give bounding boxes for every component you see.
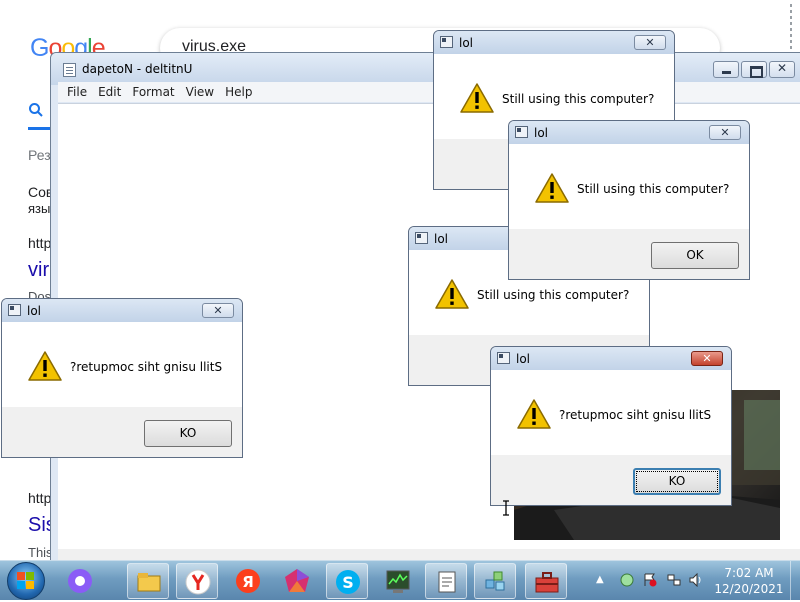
warning-icon — [517, 399, 551, 432]
active-tab-indicator — [28, 127, 50, 130]
dialog-close-button[interactable]: ✕ — [634, 35, 666, 50]
dialog-message: ?retupmoc siht gnisu llitS — [70, 360, 223, 374]
menu-view[interactable]: View — [183, 82, 222, 102]
dialog-message: Still using this computer? — [502, 92, 655, 106]
dialog-message: Still using this computer? — [577, 182, 730, 196]
lol-dialog[interactable]: lol ✕ Still using this computer? OK — [508, 120, 750, 280]
dialog-body: ?retupmoc siht gnisu llitS — [491, 370, 731, 455]
menu-edit[interactable]: Edit — [95, 82, 129, 102]
tray-expand-icon[interactable]: ▲ — [596, 574, 604, 585]
clock-time: 7:02 AM — [724, 566, 774, 580]
dialog-titlebar[interactable]: lol ✕ — [509, 121, 749, 144]
result-url[interactable]: http — [28, 235, 51, 251]
ko-button[interactable]: KO — [144, 420, 232, 447]
warning-icon — [535, 173, 569, 206]
warning-icon — [435, 279, 469, 312]
dialog-titlebar[interactable]: lol ✕ — [491, 347, 731, 370]
dialog-close-button[interactable]: ✕ — [691, 351, 723, 366]
network-icon[interactable] — [667, 573, 681, 587]
svg-text:Я: Я — [242, 573, 254, 591]
notepad-menubar: File Edit Format View Help — [58, 82, 800, 102]
app-icon — [497, 352, 510, 364]
close-button[interactable] — [769, 61, 795, 78]
dialog-title: lol — [459, 36, 474, 50]
app-icon — [8, 304, 21, 316]
dialog-close-button[interactable]: ✕ — [202, 303, 234, 318]
svg-text:S: S — [342, 573, 354, 592]
ok-button[interactable]: OK — [651, 242, 739, 269]
dialog-title: lol — [534, 126, 549, 140]
dialog-message: ?retupmoc siht gnisu llitS — [559, 408, 712, 422]
result-description: This — [28, 545, 53, 560]
file-explorer-icon[interactable] — [127, 563, 169, 599]
minimize-button[interactable] — [713, 61, 739, 78]
app-icon — [440, 36, 453, 48]
dialog-body: ?retupmoc siht gnisu llitS — [2, 322, 242, 407]
search-icon[interactable] — [28, 102, 44, 121]
lol-dialog[interactable]: lol ✕ ?retupmoc siht gnisu llitS KO — [1, 298, 243, 458]
dialog-body: Still using this computer? — [509, 144, 749, 229]
start-button[interactable] — [7, 562, 45, 600]
taskbar: Я S ▲ 7:02 AM 12/20/2021 — [0, 560, 800, 601]
task-manager-icon[interactable] — [377, 563, 419, 599]
results-count-text: Рез — [28, 147, 51, 163]
dialog-title: lol — [434, 232, 449, 246]
maximize-button[interactable] — [741, 61, 767, 78]
notepad-titlebar[interactable]: dapetoN - deltitnU — [51, 53, 800, 85]
blocks-icon[interactable] — [474, 563, 516, 599]
clock-date: 12/20/2021 — [714, 582, 784, 596]
menu-format[interactable]: Format — [129, 82, 182, 102]
tray-app-icon[interactable] — [620, 573, 634, 587]
warning-icon — [28, 351, 62, 384]
polygon-icon[interactable] — [276, 563, 318, 599]
yandex-icon[interactable]: Я — [227, 563, 269, 599]
dialog-title: lol — [516, 352, 531, 366]
menu-help[interactable]: Help — [222, 82, 260, 102]
result-title-link[interactable]: vir — [28, 259, 49, 282]
result-url[interactable]: http — [28, 490, 51, 506]
dialog-title: lol — [27, 304, 42, 318]
result-snippet-line: язы — [28, 201, 51, 216]
dialog-close-button[interactable]: ✕ — [709, 125, 741, 140]
notepad-app-icon[interactable] — [425, 563, 467, 599]
show-desktop-button[interactable] — [790, 561, 800, 601]
app-icon — [515, 126, 528, 138]
notepad-title: dapetoN - deltitnU — [82, 62, 193, 76]
menu-file[interactable]: File — [64, 82, 95, 102]
dialog-titlebar[interactable]: lol ✕ — [2, 299, 242, 322]
alice-icon[interactable] — [59, 563, 101, 599]
dialog-message: Still using this computer? — [477, 288, 630, 302]
skype-icon[interactable]: S — [326, 563, 368, 599]
dialog-titlebar[interactable]: lol ✕ — [434, 31, 674, 54]
lol-dialog-active[interactable]: lol ✕ ?retupmoc siht gnisu llitS KO — [490, 346, 732, 506]
yandex-browser-icon[interactable] — [176, 563, 218, 599]
action-center-icon[interactable] — [643, 573, 657, 587]
notepad-icon — [63, 63, 76, 77]
app-icon — [415, 232, 428, 244]
system-clock[interactable]: 7:02 AM 12/20/2021 — [700, 565, 798, 597]
toolbox-icon[interactable] — [525, 563, 567, 599]
text-cursor-icon — [502, 500, 510, 519]
warning-icon — [460, 83, 494, 116]
ko-button[interactable]: KO — [633, 468, 721, 495]
browser-scrollbar[interactable] — [782, 0, 800, 56]
